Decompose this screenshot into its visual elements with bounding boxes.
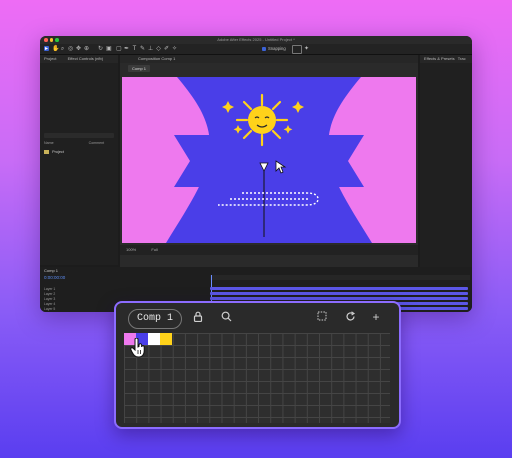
- minimize-dot[interactable]: [49, 38, 53, 42]
- project-search-input[interactable]: [44, 133, 114, 138]
- pen-tool-icon[interactable]: ✒: [124, 46, 129, 52]
- snapping-label: Snapping: [268, 46, 286, 51]
- tools-toolbar: ▸ ✋ ⌕ ◎ ✥ ⊕ ↻ ▣ ▢ ✒ T ✎ ⊥ ◇ ✐ ✧ Snapping…: [40, 44, 472, 55]
- swatch-grid[interactable]: [124, 333, 390, 423]
- after-effects-window: Adobe After Effects 2025 - Untitled Proj…: [40, 36, 472, 312]
- effects-presets-tab[interactable]: Effects & Presets: [424, 56, 455, 61]
- swatch-yellow[interactable]: [160, 333, 172, 345]
- swatch-white[interactable]: [148, 333, 160, 345]
- puppet-tool-icon[interactable]: ✧: [172, 46, 177, 52]
- layer-duration-bar[interactable]: [210, 287, 468, 290]
- resolution-select[interactable]: Full: [151, 247, 157, 252]
- composition-viewer[interactable]: [122, 77, 416, 243]
- selection-tool-icon[interactable]: ▸: [44, 46, 49, 52]
- type-tool-icon[interactable]: T: [132, 46, 137, 52]
- dolly-tool-icon[interactable]: ⊕: [84, 46, 89, 52]
- composition-panel: Composition Comp 1 Comp 1 100% Full: [120, 55, 418, 267]
- comment-column-header[interactable]: Comment: [89, 141, 105, 145]
- close-dot[interactable]: [44, 38, 48, 42]
- project-tab[interactable]: Project: [44, 56, 56, 61]
- project-panel: Project Effect Controls (nfb) Name Comme…: [40, 55, 118, 265]
- pan-tool-icon[interactable]: ✥: [76, 46, 81, 52]
- title-bar: Adobe After Effects 2025 - Untitled Proj…: [40, 36, 472, 44]
- layer-row[interactable]: Layer 1: [44, 287, 204, 291]
- zoom-tool-icon[interactable]: ⌕: [60, 46, 65, 52]
- timeline-tab[interactable]: Comp 1: [44, 268, 58, 273]
- window-title: Adobe After Effects 2025 - Untitled Proj…: [217, 37, 295, 42]
- comp-name-pill[interactable]: Comp 1: [128, 309, 183, 329]
- clone-tool-icon[interactable]: ⊥: [148, 46, 153, 52]
- project-item[interactable]: Project: [44, 150, 64, 154]
- refresh-icon[interactable]: [344, 311, 356, 323]
- layer-duration-bar[interactable]: [210, 297, 468, 300]
- rotation-tool-icon[interactable]: ↻: [98, 46, 103, 52]
- snapping-checkbox[interactable]: [262, 47, 266, 51]
- search-icon[interactable]: [220, 311, 232, 323]
- window-controls[interactable]: [44, 38, 59, 42]
- effect-controls-tab[interactable]: Effect Controls (nfb): [68, 56, 104, 61]
- selection-icon[interactable]: [316, 311, 328, 323]
- roto-tool-icon[interactable]: ✐: [164, 46, 169, 52]
- maximize-dot[interactable]: [55, 38, 59, 42]
- brush-tool-icon[interactable]: ✎: [140, 46, 145, 52]
- timecode[interactable]: 0:00:00:00: [44, 275, 65, 280]
- comp-view-tab[interactable]: Comp 1: [128, 65, 151, 72]
- sun-icon: [235, 93, 289, 147]
- hand-tool-icon[interactable]: ✋: [52, 46, 59, 52]
- orbit-tool-icon[interactable]: ◎: [68, 46, 73, 52]
- star-icon[interactable]: ✦: [304, 46, 309, 52]
- hand-pointer-icon: [130, 337, 146, 363]
- time-ruler[interactable]: [210, 275, 470, 280]
- project-panel-header: Project Effect Controls (nfb): [40, 55, 118, 63]
- tracker-tab[interactable]: Trac: [458, 56, 466, 61]
- effects-panel-header: Effects & Presets Trac: [420, 55, 472, 63]
- name-column-header[interactable]: Name: [44, 141, 54, 145]
- project-columns: Name Comment: [44, 141, 118, 145]
- add-icon[interactable]: +: [370, 311, 382, 323]
- folder-icon: [44, 150, 49, 154]
- mask-tool-icon[interactable]: ▢: [116, 46, 122, 52]
- composition-panel-header: Composition Comp 1: [120, 55, 418, 63]
- layer-duration-bar[interactable]: [210, 292, 468, 295]
- camera-tool-icon[interactable]: ▣: [106, 46, 112, 52]
- zoom-level[interactable]: 100%: [126, 247, 136, 252]
- frame-icon[interactable]: [292, 45, 302, 54]
- composition-artwork: [166, 77, 372, 243]
- layer-row[interactable]: Layer 2: [44, 292, 204, 296]
- viewer-controls: 100% Full: [120, 245, 418, 255]
- lock-icon[interactable]: [192, 311, 204, 323]
- color-swatches-panel: Comp 1 +: [114, 301, 401, 429]
- effects-panel: Effects & Presets Trac: [420, 55, 472, 267]
- composition-tab[interactable]: Composition Comp 1: [138, 56, 175, 61]
- project-item-label: Project: [52, 150, 64, 154]
- eraser-tool-icon[interactable]: ◇: [156, 46, 161, 52]
